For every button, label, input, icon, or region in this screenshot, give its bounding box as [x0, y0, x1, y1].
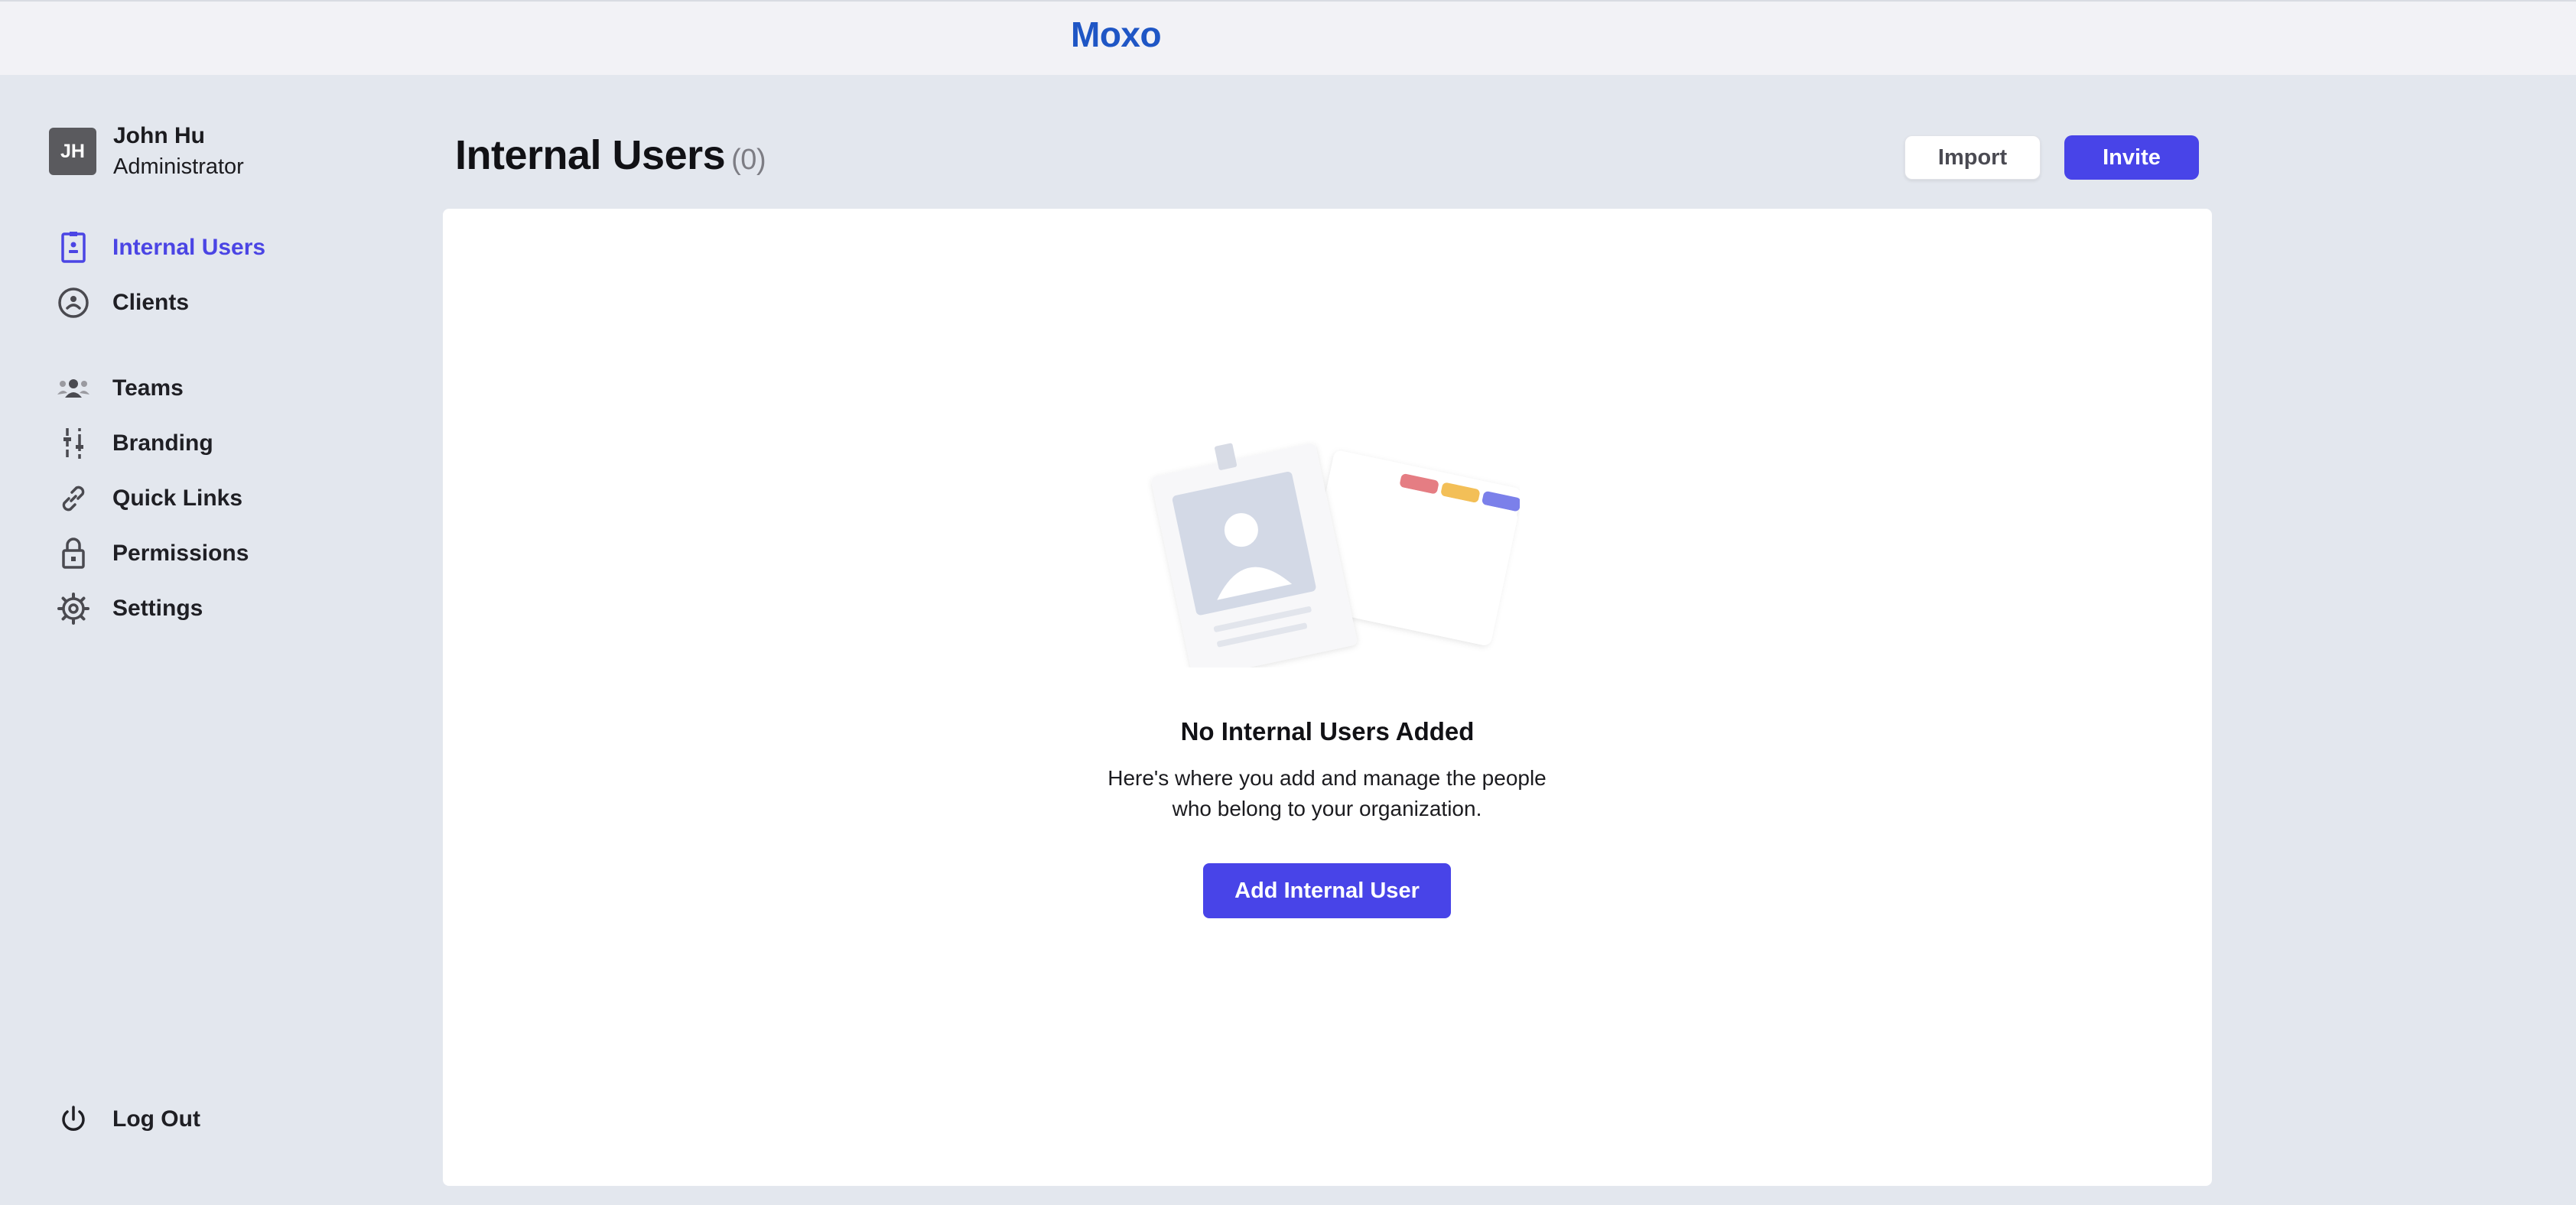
logout-button[interactable]: Log Out	[55, 1098, 200, 1141]
empty-state-description: Here's where you add and manage the peop…	[1107, 766, 1547, 820]
sidebar-item-label: Permissions	[112, 541, 249, 566]
sidebar-item-label: Clients	[112, 290, 190, 315]
sidebar-item-permissions[interactable]: Permissions	[55, 532, 249, 575]
invite-button[interactable]: Invite	[2064, 135, 2199, 180]
user-profile[interactable]: JH John Hu Administrator	[49, 121, 244, 182]
sidebar-item-label: Branding	[112, 430, 213, 456]
lock-icon	[55, 535, 92, 572]
profile-role: Administrator	[113, 154, 244, 179]
brand-logo: Moxo	[1071, 15, 1162, 54]
sidebar-item-label: Settings	[112, 596, 203, 621]
logout-label: Log Out	[112, 1106, 200, 1132]
profile-text: John Hu Administrator	[113, 121, 244, 182]
link-icon	[55, 480, 92, 517]
top-bar: Moxo	[0, 0, 2576, 75]
sidebar-item-clients[interactable]: Clients	[55, 281, 189, 324]
sidebar-item-settings[interactable]: Settings	[55, 587, 203, 630]
sidebar-item-label: Quick Links	[112, 486, 243, 511]
page-title: Internal Users (0)	[455, 132, 766, 179]
sidebar: JH John Hu Administrator Internal Users …	[0, 75, 428, 1205]
sidebar-item-branding[interactable]: Branding	[55, 422, 213, 465]
content-panel: No Internal Users Added Here's where you…	[443, 209, 2212, 1186]
empty-state-illustration	[1137, 438, 1521, 678]
team-icon	[55, 370, 92, 407]
user-count: (0)	[731, 144, 766, 176]
add-internal-user-button[interactable]: Add Internal User	[1203, 863, 1451, 918]
user-circle-icon	[55, 284, 92, 321]
power-icon	[55, 1101, 92, 1138]
sidebar-item-internal-users[interactable]: Internal Users	[55, 226, 265, 269]
import-button[interactable]: Import	[1904, 135, 2041, 180]
sidebar-item-label: Teams	[112, 375, 184, 401]
id-badge-icon	[55, 229, 92, 266]
page-title-text: Internal Users	[455, 132, 726, 178]
gear-icon	[55, 590, 92, 627]
avatar: JH	[49, 128, 96, 175]
sidebar-item-teams[interactable]: Teams	[55, 367, 184, 410]
sidebar-item-label: Internal Users	[112, 235, 266, 260]
profile-name: John Hu	[113, 123, 205, 148]
sliders-icon	[55, 425, 92, 462]
empty-state-title: No Internal Users Added	[1180, 717, 1475, 745]
sidebar-item-quick-links[interactable]: Quick Links	[55, 477, 242, 520]
